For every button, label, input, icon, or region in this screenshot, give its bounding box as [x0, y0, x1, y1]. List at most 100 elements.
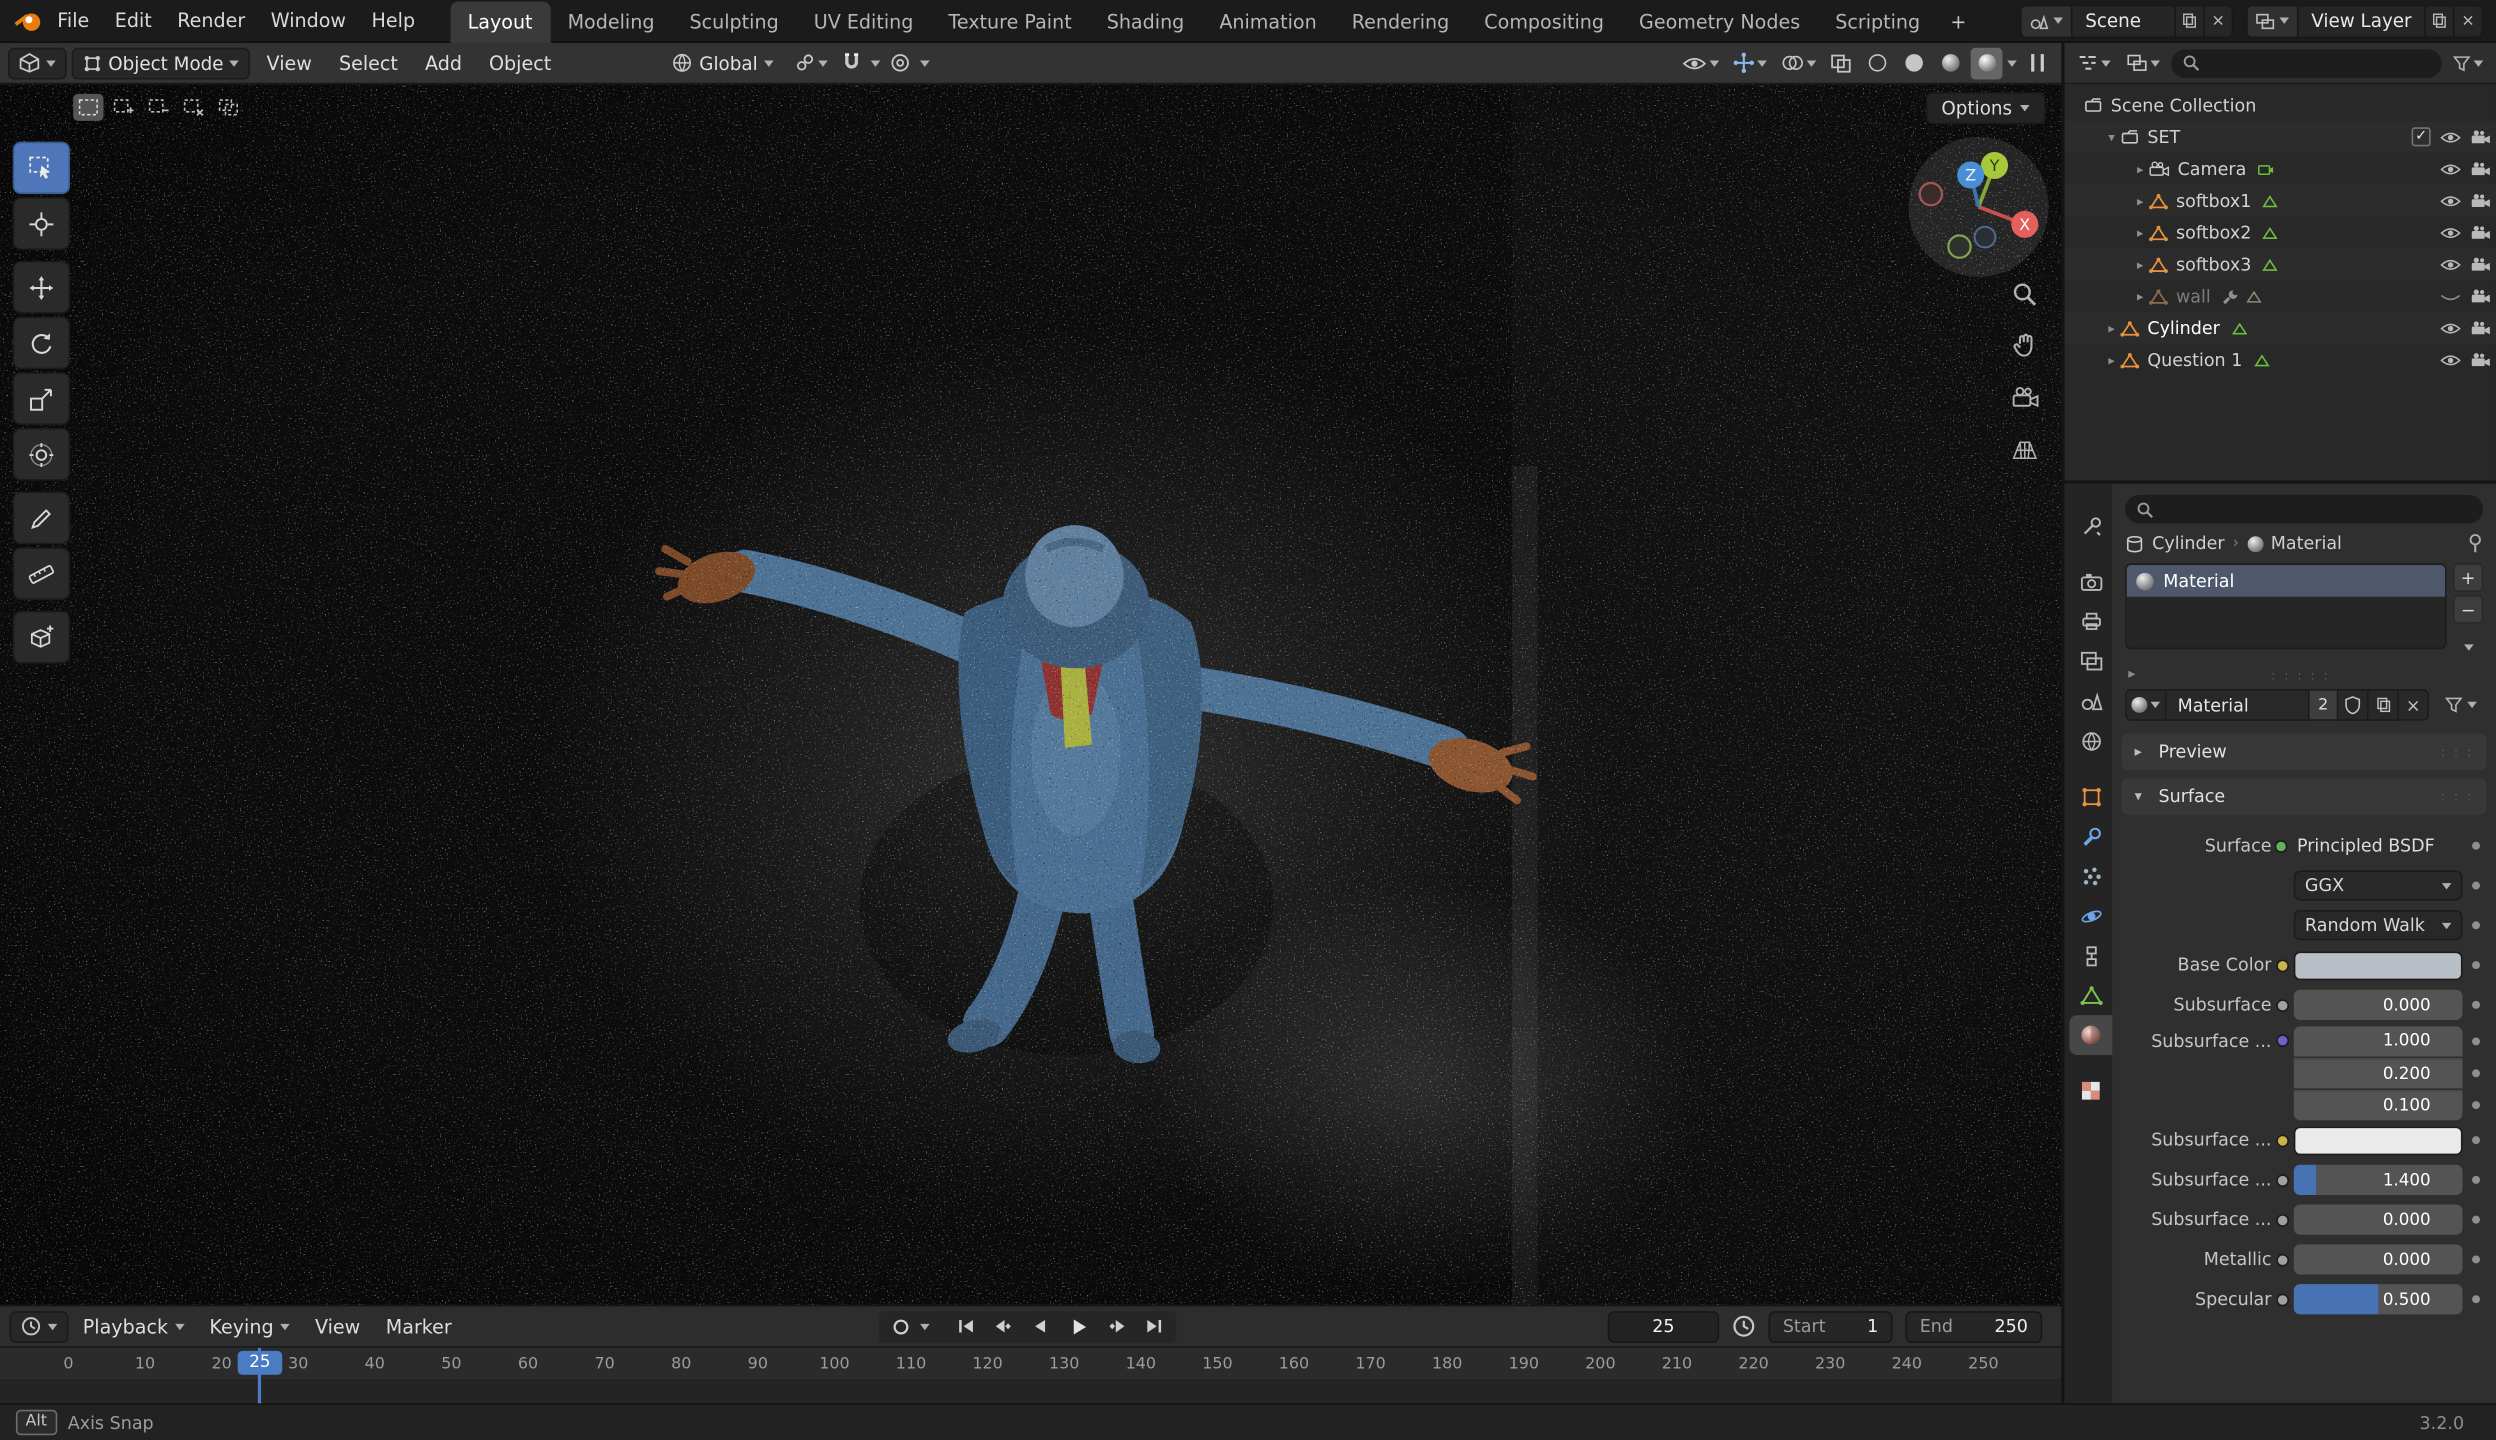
viewport-menu-add[interactable]: Add: [414, 42, 473, 83]
hidden-eye-closed-icon[interactable]: [2440, 289, 2461, 303]
tab-scene[interactable]: [2069, 681, 2112, 721]
outliner-filter-button[interactable]: [2448, 47, 2488, 79]
shading-options-dropdown[interactable]: [2007, 59, 2017, 67]
overlays-toggle[interactable]: [1776, 47, 1821, 79]
properties-search[interactable]: [2125, 494, 2484, 524]
tab-output[interactable]: [2069, 601, 2112, 641]
animate-dot[interactable]: [2472, 921, 2481, 930]
disclosure-triangle[interactable]: ▾: [2103, 130, 2121, 144]
shading-solid-button[interactable]: [1897, 47, 1929, 79]
next-keyframe-button[interactable]: [1102, 1312, 1135, 1341]
tab-texture[interactable]: [2069, 1071, 2112, 1111]
xray-toggle[interactable]: [1826, 47, 1856, 79]
tab-tool[interactable]: [2069, 506, 2112, 546]
outliner-row-set[interactable]: ▾ SET ✓: [2064, 120, 2496, 153]
panel-surface-header[interactable]: ▾ Surface : : :: [2121, 778, 2487, 815]
select-mode-set-button[interactable]: [73, 93, 104, 121]
surface-shader-button[interactable]: Principled BSDF: [2271, 835, 2462, 856]
select-mode-extend-button[interactable]: [108, 94, 138, 121]
render-visibility-icon[interactable]: [2470, 256, 2491, 272]
tab-sculpting[interactable]: Sculpting: [672, 1, 796, 42]
tab-world[interactable]: [2069, 721, 2112, 761]
animate-dot[interactable]: [2472, 1000, 2481, 1009]
subsurface-radius-g-slider[interactable]: 0.200: [2293, 1057, 2463, 1088]
disclosure-triangle[interactable]: ▸: [2131, 162, 2149, 176]
material-filter-dropdown[interactable]: [2439, 689, 2484, 721]
scene-new-button[interactable]: [2174, 5, 2203, 36]
render-visibility-icon[interactable]: [2470, 161, 2491, 177]
render-visibility-icon[interactable]: [2470, 224, 2491, 240]
zoom-control[interactable]: [2009, 278, 2041, 310]
viewport-3d[interactable]: Options X Y Z: [0, 84, 2062, 1305]
hide-eye-icon[interactable]: [2440, 352, 2461, 366]
hide-eye-icon[interactable]: [2440, 193, 2461, 207]
disclosure-triangle[interactable]: ▸: [2103, 352, 2121, 366]
tab-object-data[interactable]: [2069, 975, 2112, 1015]
end-frame-field[interactable]: End 250: [1905, 1310, 2043, 1343]
animate-dot[interactable]: [2472, 1215, 2481, 1224]
specular-slider[interactable]: 0.500: [2293, 1284, 2463, 1315]
navigation-gizmo[interactable]: X Y Z: [1905, 134, 2051, 280]
gizmo-axis-neg-z[interactable]: [1973, 225, 1997, 249]
tool-move[interactable]: [12, 260, 71, 314]
view-layer-name[interactable]: View Layer: [2299, 10, 2425, 32]
pan-control[interactable]: [2009, 329, 2041, 361]
tab-compositing[interactable]: Compositing: [1467, 1, 1622, 42]
tool-measure[interactable]: [12, 547, 71, 600]
tool-transform[interactable]: [12, 428, 71, 481]
animate-dot[interactable]: [2472, 1175, 2481, 1184]
outliner-row-cylinder[interactable]: ▸ Cylinder: [2064, 311, 2496, 344]
tab-rendering[interactable]: Rendering: [1334, 1, 1467, 42]
tab-layout[interactable]: Layout: [450, 0, 551, 43]
timeline-menu-keying[interactable]: Keying: [198, 1306, 300, 1347]
expand-arrow-icon[interactable]: ▸: [2128, 667, 2135, 683]
tab-animation[interactable]: Animation: [1202, 1, 1334, 42]
outliner-search[interactable]: [2171, 48, 2442, 78]
tool-annotate[interactable]: [12, 491, 71, 545]
add-workspace-button[interactable]: +: [1938, 1, 1979, 42]
tab-physics[interactable]: [2069, 896, 2112, 936]
outliner-row-camera[interactable]: ▸ Camera: [2065, 153, 2496, 185]
gizmos-toggle[interactable]: [1729, 47, 1772, 79]
select-mode-invert-button[interactable]: [178, 94, 208, 121]
select-mode-subtract-button[interactable]: [143, 94, 173, 121]
subsurface-radius-r-slider[interactable]: 1.000: [2293, 1025, 2463, 1056]
timeline-menu-marker[interactable]: Marker: [375, 1306, 463, 1347]
viewport-menu-view[interactable]: View: [255, 42, 323, 83]
hide-eye-icon[interactable]: [2440, 130, 2461, 144]
subsurface-slider[interactable]: 0.000: [2293, 989, 2463, 1020]
viewport-menu-select[interactable]: Select: [328, 42, 409, 83]
pause-render-button[interactable]: [2022, 47, 2054, 79]
render-visibility-icon[interactable]: [2470, 193, 2491, 209]
hide-eye-icon[interactable]: [2440, 225, 2461, 239]
material-slot-item[interactable]: Material: [2126, 564, 2446, 597]
animate-dot[interactable]: [2472, 1036, 2481, 1045]
animate-dot[interactable]: [2472, 961, 2481, 970]
resize-grip[interactable]: : : : : :: [2135, 668, 2465, 682]
menu-help[interactable]: Help: [359, 0, 428, 42]
tool-rotate[interactable]: [12, 316, 71, 370]
tool-cursor[interactable]: [12, 197, 71, 250]
properties-search-input[interactable]: [2161, 498, 2473, 520]
view-layer-remove-button[interactable]: ×: [2452, 5, 2482, 36]
subsurface-color-swatch[interactable]: [2293, 1125, 2463, 1155]
blender-logo-icon[interactable]: [13, 9, 45, 33]
play-button[interactable]: [1059, 1312, 1099, 1341]
tool-select-box[interactable]: [12, 141, 71, 195]
animate-dot[interactable]: [2472, 881, 2481, 890]
tool-add-cube[interactable]: [12, 611, 71, 664]
tab-object[interactable]: [2069, 777, 2112, 817]
mode-dropdown[interactable]: Object Mode: [71, 46, 251, 79]
disclosure-triangle[interactable]: ▸: [2131, 289, 2149, 303]
animate-dot[interactable]: [2472, 1068, 2481, 1077]
pivot-dropdown[interactable]: [790, 47, 833, 79]
tab-particles[interactable]: [2069, 856, 2112, 896]
keying-set-dropdown[interactable]: [920, 1323, 930, 1330]
proportional-editing-toggle[interactable]: [885, 47, 915, 79]
hide-eye-icon[interactable]: [2440, 321, 2461, 335]
render-visibility-icon[interactable]: [2470, 352, 2491, 368]
jump-to-end-button[interactable]: [1138, 1312, 1171, 1341]
menu-file[interactable]: File: [45, 0, 102, 42]
auto-keying-toggle[interactable]: [883, 1312, 916, 1341]
subsurface-method-dropdown[interactable]: Random Walk: [2293, 910, 2463, 941]
